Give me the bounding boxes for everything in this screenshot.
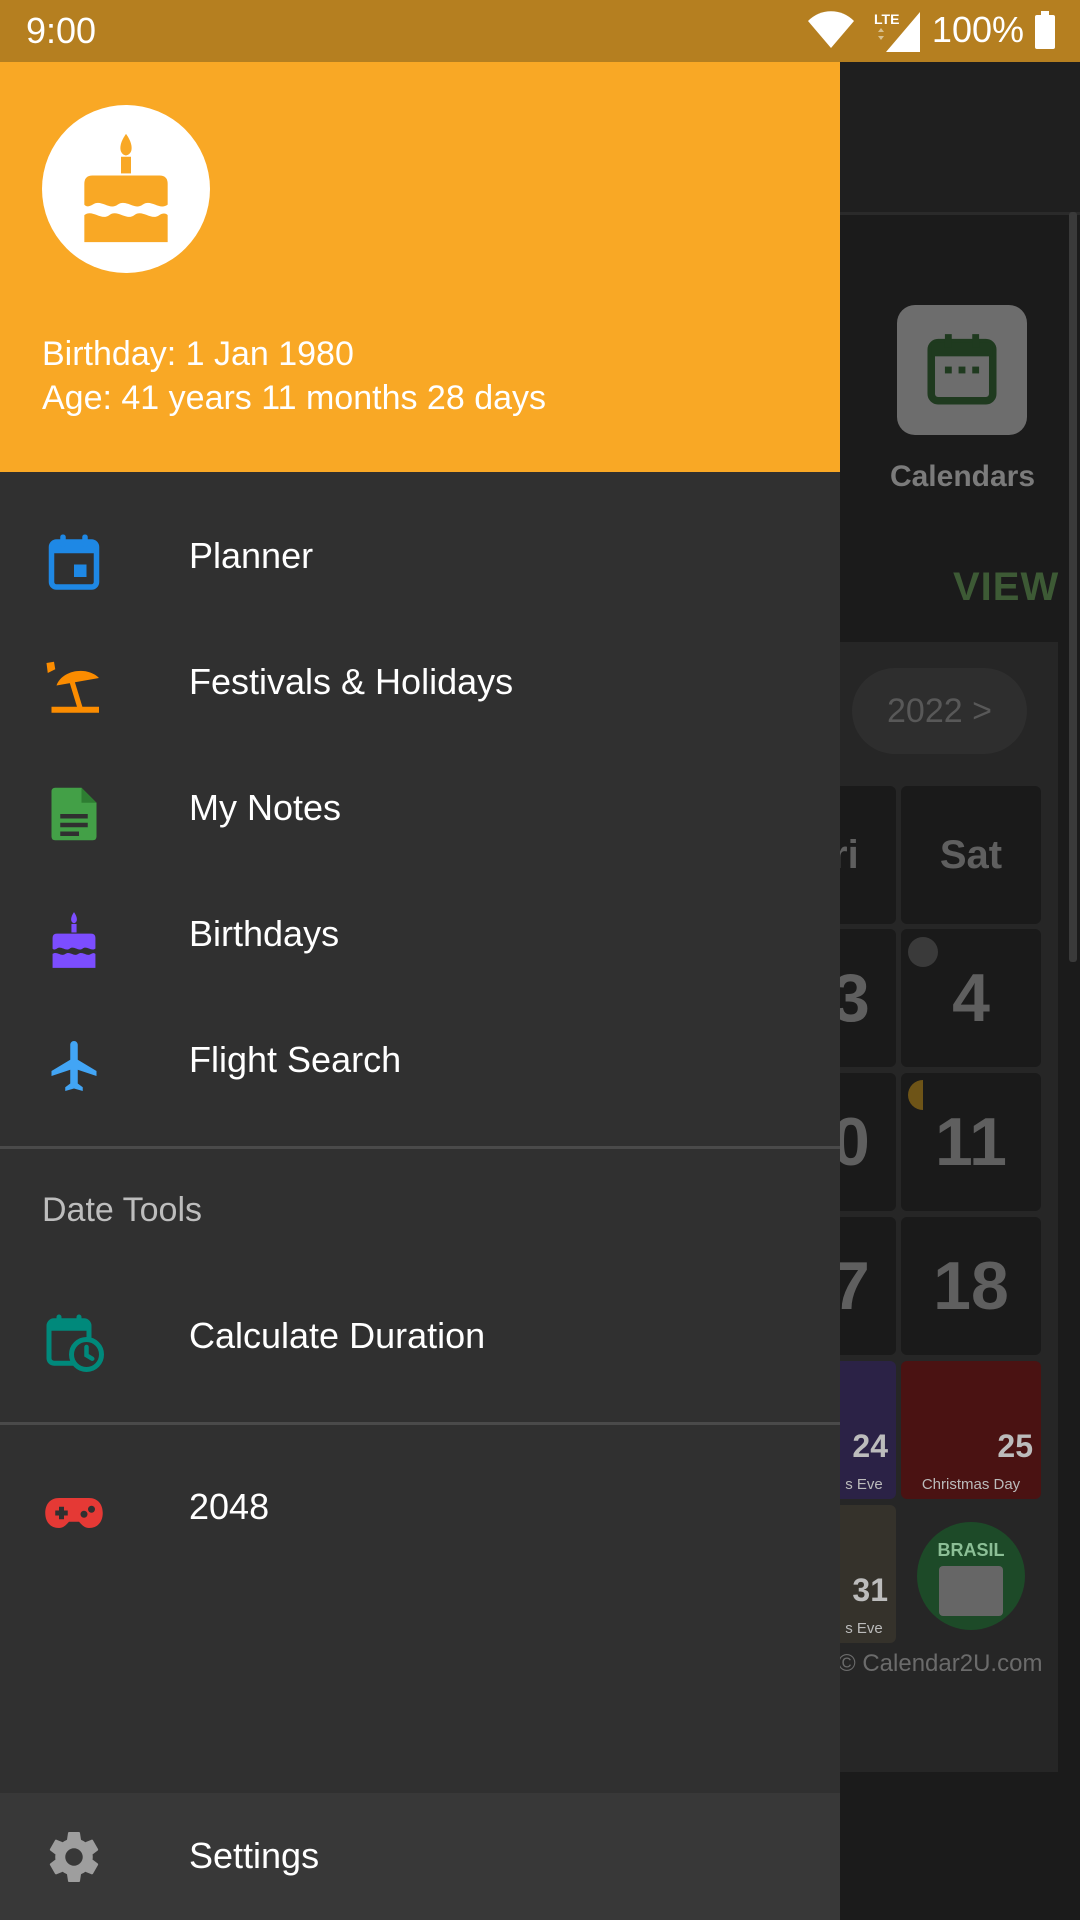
navigation-drawer: Birthday: 1 Jan 1980 Age: 41 years 11 mo… — [0, 62, 840, 1920]
status-time: 9:00 — [26, 10, 97, 51]
note-icon — [51, 787, 97, 841]
menu-item-festivals-holidays[interactable]: Festivals & Holidays — [0, 619, 840, 745]
moon-phase-icon — [908, 937, 938, 967]
date-cell: 3 — [832, 929, 896, 1067]
wifi-icon — [807, 11, 854, 48]
gamepad-icon — [45, 1498, 103, 1528]
date-cell: 0 — [832, 1073, 896, 1211]
event-tile: 31 s Eve — [832, 1505, 896, 1643]
menu-item-2048[interactable]: 2048 — [0, 1444, 840, 1570]
menu-label: Birthdays — [189, 913, 340, 954]
day-header-fri: ri — [832, 786, 896, 924]
divider — [0, 1422, 840, 1425]
menu-label: Planner — [189, 535, 314, 576]
background-scrollbar — [1069, 212, 1077, 962]
gear-icon — [49, 1832, 99, 1882]
date-cell: 18 — [901, 1217, 1041, 1355]
menu-item-my-notes[interactable]: My Notes — [0, 745, 840, 871]
brasil-badge: BRASIL — [917, 1522, 1025, 1630]
calendars-button — [897, 305, 1027, 435]
menu-item-planner[interactable]: Planner — [0, 493, 840, 619]
year-button: 2022 > — [852, 668, 1027, 754]
menu-item-birthdays[interactable]: Birthdays — [0, 871, 840, 997]
date-cell: 7 — [832, 1217, 896, 1355]
settings-item[interactable]: Settings — [0, 1793, 840, 1920]
day-header-sat: Sat — [901, 786, 1041, 924]
menu-label: 2048 — [189, 1486, 270, 1527]
background-toolbar — [840, 62, 1080, 215]
drawer-header: Birthday: 1 Jan 1980 Age: 41 years 11 mo… — [0, 62, 840, 472]
calendar-clock-icon — [46, 1314, 104, 1372]
birthday-text: Birthday: 1 Jan 1980 — [42, 335, 354, 373]
menu-label: Calculate Duration — [189, 1315, 486, 1356]
menu-item-flight-search[interactable]: Flight Search — [0, 997, 840, 1123]
calendars-label: Calendars — [889, 460, 1036, 493]
beach-umbrella-icon — [46, 661, 99, 713]
status-bar: 9:00 LTE 100% — [0, 0, 1080, 62]
menu-label: Flight Search — [189, 1039, 402, 1080]
svg-text:LTE: LTE — [874, 11, 899, 27]
calendar-icon — [927, 334, 997, 405]
airplane-icon — [51, 1041, 97, 1091]
section-title-date-tools: Date Tools — [42, 1191, 203, 1229]
menu-item-calculate-duration[interactable]: Calculate Duration — [0, 1273, 840, 1399]
event-tile: 24 s Eve — [832, 1361, 896, 1499]
event-tile: 25 Christmas Day — [901, 1361, 1041, 1499]
avatar[interactable] — [42, 105, 210, 273]
cake-icon — [84, 133, 168, 243]
age-text: Age: 41 years 11 months 28 days — [42, 379, 547, 417]
cell-signal-icon: LTE — [874, 11, 920, 52]
calendar-icon — [48, 534, 100, 590]
cake-icon — [52, 912, 96, 968]
menu-label: My Notes — [189, 787, 342, 828]
view-button: VIEW — [953, 565, 1060, 609]
battery-icon — [1035, 11, 1055, 49]
divider — [0, 1146, 840, 1149]
copyright-text: © Calendar2U.com — [838, 1650, 1043, 1677]
battery-percent: 100% — [931, 9, 1024, 50]
menu-label: Settings — [189, 1835, 320, 1876]
menu-label: Festivals & Holidays — [189, 661, 514, 702]
